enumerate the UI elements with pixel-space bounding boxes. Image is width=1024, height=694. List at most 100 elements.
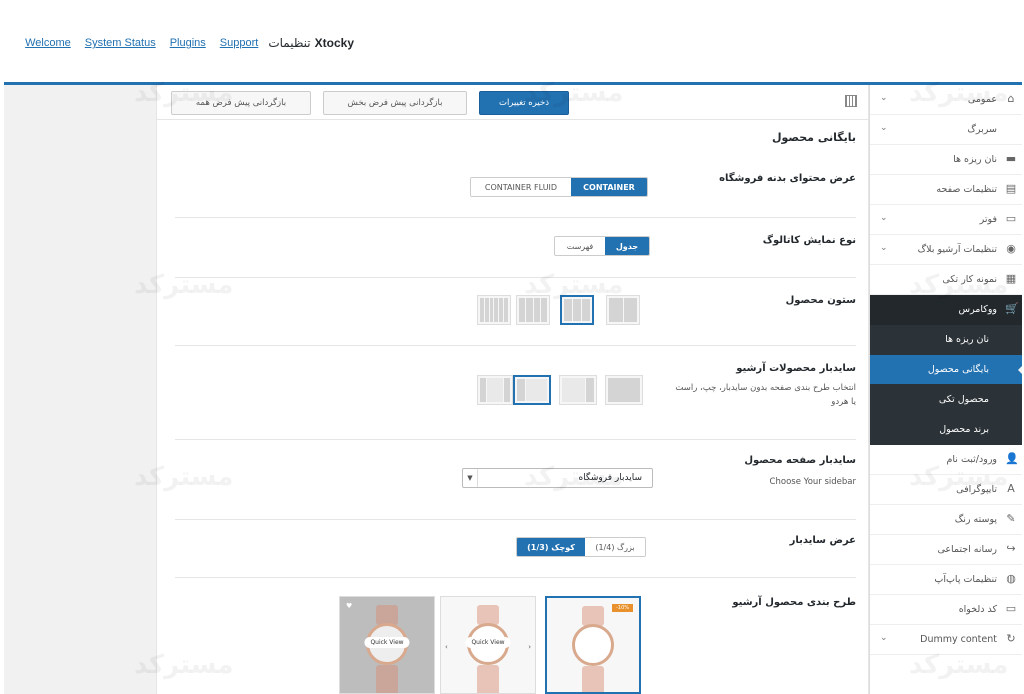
container-option[interactable]: CONTAINER: [571, 178, 647, 196]
compass-icon: ◉: [1006, 242, 1016, 255]
columns-3-option[interactable]: [560, 295, 594, 325]
product-columns-row: ستون محصول: [175, 277, 856, 346]
watch-strap-top: [477, 605, 499, 625]
watch-strap-top: [376, 605, 398, 625]
sidebar-item-custom-code[interactable]: کد دلخواه ▭: [870, 595, 1022, 625]
sidebar-item-label: ورود/ثبت نام: [946, 454, 997, 465]
woocommerce-submenu: نان ریزه ها بایگانی محصول محصول تکی برند…: [870, 325, 1022, 445]
sidebar-item-label: برند محصول: [939, 424, 989, 435]
watch-strap-bottom: [582, 666, 604, 692]
sidebar-width-label: عرض سایدبار: [789, 535, 856, 546]
options-toolbar: بازگردانی پیش فرض همه بازگردانی پیش فرض …: [157, 85, 868, 120]
sidebar-item-label: نان ریزه ها: [945, 334, 989, 345]
watch-strap-top: [582, 606, 604, 626]
sidebar-item-label: بایگانی محصول: [927, 364, 989, 375]
header-nav: Welcome System Status Plugins Support تن…: [11, 36, 354, 50]
sidebar-item-label: رسانه اجتماعی: [937, 544, 997, 555]
sidebar-item-label: کد دلخواه: [958, 604, 997, 615]
sidebar-subitem-breadcrumbs[interactable]: نان ریزه ها: [870, 325, 1022, 355]
options-panel: بازگردانی پیش فرض همه بازگردانی پیش فرض …: [156, 85, 869, 694]
sidebar-item-social-media[interactable]: رسانه اجتماعی ↪: [870, 535, 1022, 565]
code-icon: ▭: [1005, 602, 1017, 615]
reset-section-button[interactable]: بازگردانی پیش فرض بخش: [323, 91, 467, 115]
page-title: تنظیمات Xtocky: [268, 36, 354, 50]
sidebar-item-general[interactable]: ⌄ عمومی ⌂: [870, 85, 1022, 115]
page-sidebar-select[interactable]: ▼ سایدبار فروشگاه: [462, 468, 653, 488]
reset-all-button[interactable]: بازگردانی پیش فرض همه: [171, 91, 311, 115]
sidebar-item-label: فوتر: [979, 214, 997, 225]
sidebar-item-label: Dummy content: [920, 634, 997, 645]
archive-sidebar-desc-2: یا هردو: [831, 397, 856, 407]
archive-sidebar-desc-1: انتخاب طرح بندی صفحه بدون سایدبار، چپ، ر…: [675, 383, 856, 393]
watch-dial: [572, 624, 614, 666]
heart-icon: ♥: [346, 602, 353, 610]
quick-view-label: Quick View: [465, 637, 511, 648]
watch-strap-bottom: [477, 665, 499, 693]
plugins-link[interactable]: Plugins: [170, 37, 206, 49]
catalog-type-toggle: فهرست جدول: [554, 236, 650, 256]
small-width-option[interactable]: کوچک (1/3): [517, 538, 585, 556]
archive-layout-option-3[interactable]: ♥ Quick View: [339, 596, 435, 694]
container-fluid-option[interactable]: CONTAINER FLUID: [471, 178, 571, 196]
panel-layout-icon[interactable]: [845, 95, 857, 107]
sidebar-right-option[interactable]: [559, 375, 597, 405]
sidebar-item-label: تایپوگرافی: [956, 484, 997, 495]
sidebar-item-blog-archive[interactable]: ⌄ تنظیمات آرشیو بلاگ ◉: [870, 235, 1022, 265]
section-title: بایگانی محصول: [771, 131, 856, 144]
page-sidebar-value: سایدبار فروشگاه: [578, 473, 642, 483]
sidebar-both-option[interactable]: [477, 375, 513, 405]
shop-width-toggle: CONTAINER FLUID CONTAINER: [470, 177, 648, 197]
columns-4-option[interactable]: [516, 295, 550, 325]
page-icon: ▤: [1005, 182, 1017, 195]
columns-2-option[interactable]: [606, 295, 640, 325]
sidebar-subitem-product-brand[interactable]: برند محصول: [870, 415, 1022, 445]
sidebar-item-label: نان ریزه ها: [953, 154, 997, 165]
sidebar-item-label: عمومی: [967, 94, 997, 105]
sidebar-item-single-portfolio[interactable]: نمونه کار تکی ▦: [870, 265, 1022, 295]
support-link[interactable]: Support: [220, 37, 259, 49]
quick-view-label: Quick View: [364, 637, 410, 648]
chevron-right-icon: ›: [528, 643, 531, 651]
brush-icon: ✎: [1006, 512, 1016, 525]
grid-option[interactable]: جدول: [605, 237, 649, 255]
list-option[interactable]: فهرست: [555, 237, 605, 255]
system-status-link[interactable]: System Status: [85, 37, 156, 49]
chevron-down-icon: ⌄: [880, 93, 888, 103]
sidebar-subitem-product-archive[interactable]: بایگانی محصول: [870, 355, 1022, 385]
sidebar-item-header[interactable]: ⌄ سربرگ: [870, 115, 1022, 145]
chevron-down-icon: ⌄: [880, 243, 888, 253]
sidebar-item-woocommerce[interactable]: ووکامرس 🛒: [870, 295, 1022, 325]
page-sidebar-row: سایدبار صفحه محصول Choose Your sidebar ▼…: [175, 439, 856, 520]
page-header: Welcome System Status Plugins Support تن…: [4, 0, 1022, 85]
sidebar-subitem-single-product[interactable]: محصول تکی: [870, 385, 1022, 415]
sidebar-item-label: تنظیمات پاپ‌آپ: [934, 574, 997, 585]
shop-width-row: عرض محتوای بدنه فروشگاه CONTAINER FLUID …: [175, 153, 856, 218]
columns-6-option[interactable]: [477, 295, 511, 325]
watch-strap-bottom: [376, 665, 398, 693]
options-sidebar: ⌄ عمومی ⌂ ⌄ سربرگ نان ریزه ها ▬ تنظیمات …: [869, 85, 1022, 694]
sidebar-item-label: تنظیمات صفحه: [936, 184, 997, 195]
sidebar-item-breadcrumbs[interactable]: نان ریزه ها ▬: [870, 145, 1022, 175]
archive-sidebar-label: سایدبار محصولات آرشیو: [736, 363, 856, 374]
page-sidebar-label: سایدبار صفحه محصول: [744, 455, 856, 466]
sidebar-item-label: نمونه کار تکی: [942, 274, 997, 285]
archive-layout-option-2[interactable]: Quick View ‹ ›: [440, 596, 536, 694]
sidebar-item-label: تنظیمات آرشیو بلاگ: [917, 244, 997, 255]
save-button[interactable]: ذخیره تغییرات: [479, 91, 569, 115]
cart-icon: 🛒: [1005, 302, 1019, 315]
sidebar-item-popup-settings[interactable]: تنظیمات پاپ‌آپ ◍: [870, 565, 1022, 595]
sidebar-item-dummy-content[interactable]: ⌄ Dummy content ↻: [870, 625, 1022, 655]
archive-layout-option-1[interactable]: -10%: [545, 596, 641, 694]
sidebar-item-page-settings[interactable]: تنظیمات صفحه ▤: [870, 175, 1022, 205]
archive-layout-label: طرح بندی محصول آرشیو: [732, 597, 856, 608]
sidebar-item-color-skin[interactable]: پوسته رنگ ✎: [870, 505, 1022, 535]
chevron-down-icon: ⌄: [880, 633, 888, 643]
sidebar-item-footer[interactable]: ⌄ فوتر ▭: [870, 205, 1022, 235]
welcome-link[interactable]: Welcome: [25, 37, 71, 49]
chevron-down-icon: ⌄: [880, 123, 888, 133]
sidebar-item-typography[interactable]: تایپوگرافی A: [870, 475, 1022, 505]
large-width-option[interactable]: بزرگ (1/4): [585, 538, 645, 556]
sidebar-left-option[interactable]: [513, 375, 551, 405]
sidebar-none-option[interactable]: [605, 375, 643, 405]
sidebar-item-login[interactable]: ورود/ثبت نام 👤: [870, 445, 1022, 475]
